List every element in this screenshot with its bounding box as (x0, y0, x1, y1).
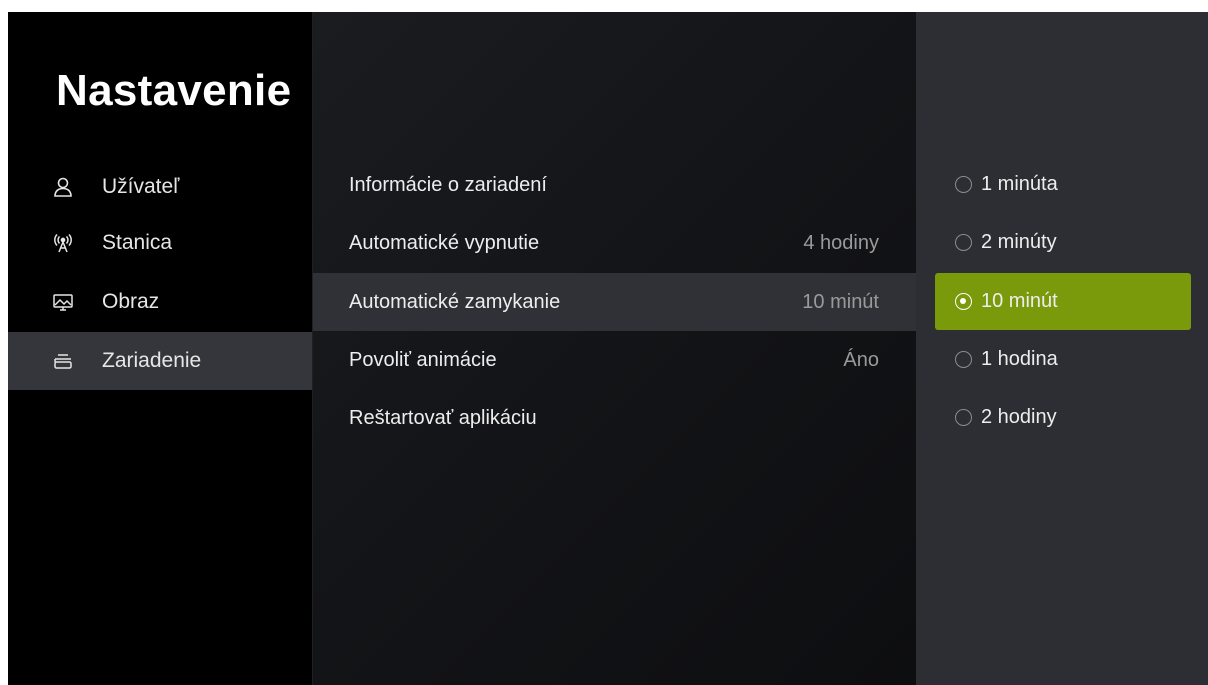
radio-unchecked-icon (955, 234, 972, 251)
radio-unchecked-icon (955, 351, 972, 368)
sidebar-item-label: Obraz (102, 290, 160, 313)
setting-value: 10 minút (802, 290, 879, 313)
option-10-minut[interactable]: 10 minút (935, 273, 1191, 330)
setting-row-restart-app[interactable]: Reštartovať aplikáciu (313, 389, 917, 447)
sidebar-item-zariadenie[interactable]: Zariadenie (8, 332, 312, 390)
auto-lock-options: 1 minúta 2 minúty 10 minút 1 hodina 2 ho… (916, 12, 1208, 685)
antenna-icon (52, 232, 74, 254)
setting-label: Reštartovať aplikáciu (349, 406, 537, 429)
user-icon (52, 176, 74, 198)
sidebar-item-label: Stanica (102, 231, 173, 254)
setting-label: Automatické zamykanie (349, 290, 561, 313)
setting-row-auto-lock[interactable]: Automatické zamykanie 10 minút (313, 273, 917, 331)
sidebar-item-label: Zariadenie (102, 349, 202, 372)
option-1-minuta[interactable]: 1 minúta (935, 156, 1191, 213)
sidebar-item-label: Užívateľ (102, 175, 180, 198)
option-2-minuty[interactable]: 2 minúty (935, 214, 1191, 271)
page-title: Nastavenie (56, 66, 292, 115)
setting-label: Automatické vypnutie (349, 231, 540, 254)
setting-row-animations[interactable]: Povoliť animácie Áno (313, 331, 917, 389)
radio-unchecked-icon (955, 409, 972, 426)
setting-label: Povoliť animácie (349, 348, 497, 371)
option-label: 1 minúta (981, 173, 1058, 195)
radio-unchecked-icon (955, 176, 972, 193)
setting-value: Áno (843, 348, 879, 371)
option-label: 10 minút (981, 290, 1058, 312)
option-label: 1 hodina (981, 348, 1058, 370)
setting-label: Informácie o zariadení (349, 173, 547, 196)
option-1-hodina[interactable]: 1 hodina (935, 331, 1191, 388)
picture-icon (52, 291, 74, 313)
option-label: 2 minúty (981, 231, 1057, 253)
sidebar-item-uzivatel[interactable]: Užívateľ (8, 158, 312, 216)
setting-row-device-info[interactable]: Informácie o zariadení (313, 156, 917, 214)
sidebar-item-stanica[interactable]: Stanica (8, 214, 312, 272)
sidebar-item-obraz[interactable]: Obraz (8, 273, 312, 331)
setting-value: 4 hodiny (803, 231, 879, 254)
option-label: 2 hodiny (981, 406, 1057, 428)
settings-sidebar: Nastavenie Užívateľ Stanica Obraz Zariad… (8, 12, 312, 685)
setting-row-auto-shutdown[interactable]: Automatické vypnutie 4 hodiny (313, 214, 917, 272)
radio-checked-icon (955, 293, 972, 310)
device-icon (52, 350, 74, 372)
option-2-hodiny[interactable]: 2 hodiny (935, 389, 1191, 446)
settings-screen: Nastavenie Užívateľ Stanica Obraz Zariad… (8, 12, 1208, 685)
device-settings-list: Informácie o zariadení Automatické vypnu… (312, 12, 917, 685)
